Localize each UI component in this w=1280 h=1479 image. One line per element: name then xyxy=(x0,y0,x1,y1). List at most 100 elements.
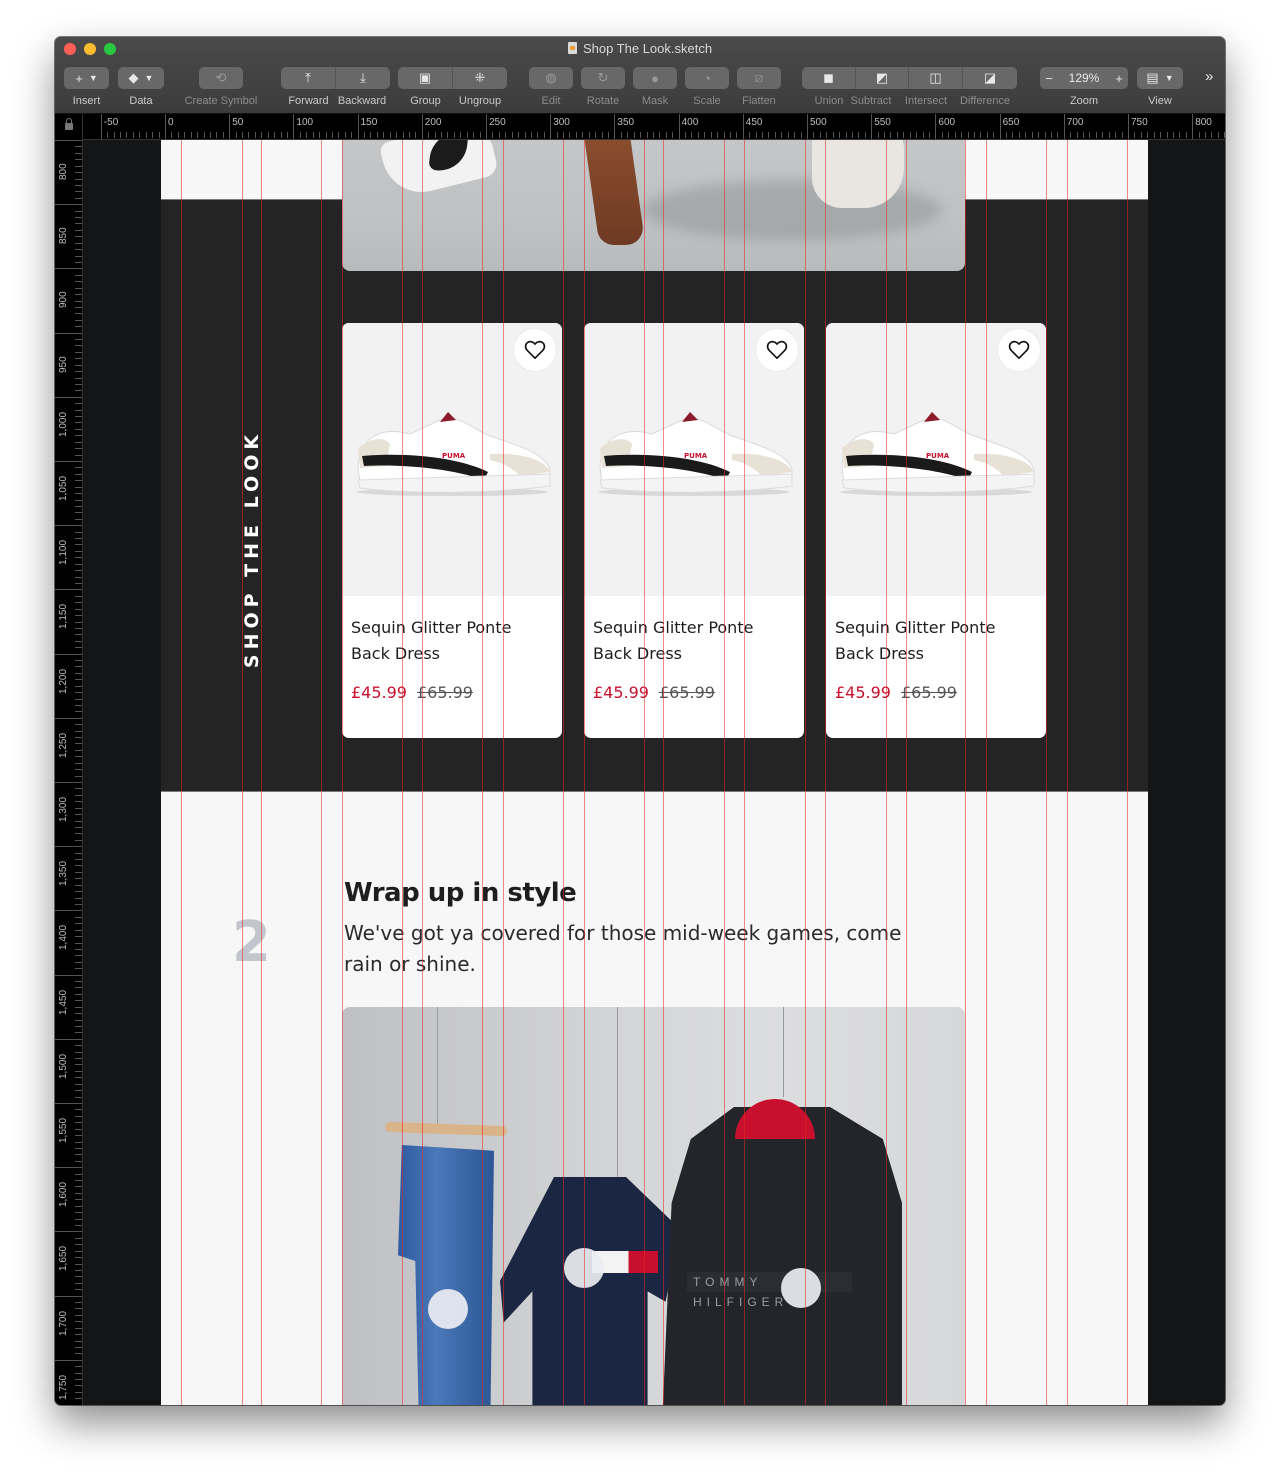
ruler-tick xyxy=(55,782,82,783)
ruler-minor-tick xyxy=(1083,132,1085,138)
chevron-down-icon: ▼ xyxy=(88,73,98,83)
ruler-tick xyxy=(55,1038,82,1040)
favourite-button[interactable] xyxy=(514,329,556,371)
favourite-button[interactable] xyxy=(756,329,798,371)
product-card[interactable]: PUMA Sequin Glitter Ponte Back Dress £45… xyxy=(342,323,562,738)
product-card[interactable]: PUMA Sequin Glitter Ponte Back Dress £45… xyxy=(584,323,804,738)
group-button[interactable]: ▣ xyxy=(398,67,453,89)
ruler-minor-tick xyxy=(839,132,841,138)
ruler-tick-label: 1,150 xyxy=(58,604,69,630)
ruler-minor-tick xyxy=(75,903,82,905)
intersect-button[interactable]: ◫ xyxy=(909,67,963,89)
ruler-minor-tick xyxy=(826,132,828,138)
ruler-minor-tick xyxy=(152,132,154,138)
ruler-tick xyxy=(55,1231,82,1233)
product-card[interactable]: PUMA Sequin Glitter Ponte Back Dress £45… xyxy=(826,323,1046,738)
subtract-button[interactable]: ◩ xyxy=(856,67,909,89)
ruler-minor-tick xyxy=(75,1308,82,1310)
ruler-minor-tick xyxy=(1031,132,1033,138)
ruler-tick-label: 150 xyxy=(360,117,378,128)
ruler-minor-tick xyxy=(299,132,301,138)
union-button[interactable]: ◼ xyxy=(802,67,856,89)
backward-label: Backward xyxy=(337,95,387,107)
layout-grid-guide xyxy=(886,140,887,1405)
ruler-minor-tick xyxy=(75,313,82,315)
ruler-minor-tick xyxy=(75,1070,82,1072)
ruler-minor-tick xyxy=(890,132,892,138)
plus-icon: + xyxy=(1115,70,1123,86)
ruler-minor-tick xyxy=(222,132,224,138)
ruler-minor-tick xyxy=(453,132,455,138)
product-image: PUMA xyxy=(342,323,562,596)
ruler-minor-tick xyxy=(184,132,186,138)
forward-button[interactable]: ⤒ xyxy=(281,67,336,89)
product-name[interactable]: Sequin Glitter Ponte Back Dress xyxy=(351,615,551,667)
ruler-minor-tick xyxy=(383,132,385,138)
mask-button[interactable]: ● xyxy=(633,67,677,89)
product-image: PUMA xyxy=(584,323,804,596)
zoom-value[interactable]: 129% xyxy=(1058,67,1110,89)
scale-button[interactable]: ◔ xyxy=(685,67,729,89)
ruler-minor-tick xyxy=(75,249,82,251)
title-bar: Shop The Look.sketch + ▼ Insert ◆ ▼ Data ⟲… xyxy=(55,37,1225,114)
layout-grid-guide xyxy=(342,140,343,1405)
lock-icon[interactable] xyxy=(65,118,73,130)
ruler-tick xyxy=(550,114,552,139)
ruler-minor-tick xyxy=(274,132,276,138)
ruler-tick-label: 1,700 xyxy=(58,1310,69,1336)
ruler-minor-tick xyxy=(75,756,82,758)
backward-button[interactable]: ⤓ xyxy=(336,67,390,89)
ruler-minor-tick xyxy=(75,602,82,604)
ruler-minor-tick xyxy=(75,820,82,822)
ruler-minor-tick xyxy=(75,1334,82,1336)
ruler-minor-tick xyxy=(75,1135,82,1137)
hanger-image xyxy=(384,1121,508,1137)
layout-grid-guide xyxy=(1127,140,1128,1405)
ruler-minor-tick xyxy=(75,666,82,668)
ruler-minor-tick xyxy=(197,132,199,138)
ruler-minor-tick xyxy=(729,132,731,138)
ruler-minor-tick xyxy=(75,435,82,437)
zoom-in-button[interactable]: + xyxy=(1110,67,1128,89)
rotate-button[interactable]: ↻ xyxy=(581,67,625,89)
ruler-minor-tick xyxy=(209,132,211,138)
ruler-minor-tick xyxy=(75,383,82,385)
rotate-icon: ↻ xyxy=(597,70,609,85)
ruler-minor-tick xyxy=(75,294,82,296)
view-button[interactable]: ▤ ▼ xyxy=(1137,67,1183,89)
insert-button[interactable]: + ▼ xyxy=(64,67,109,89)
ruler-minor-tick xyxy=(993,132,995,138)
ungroup-button[interactable]: ⁜ xyxy=(453,67,507,89)
ruler-minor-tick xyxy=(248,132,250,138)
ruler-minor-tick xyxy=(685,132,687,138)
ruler-minor-tick xyxy=(980,132,982,138)
hotspot-jacket[interactable] xyxy=(781,1268,821,1308)
favourite-button[interactable] xyxy=(998,329,1040,371)
ruler-minor-tick xyxy=(408,132,410,138)
create-symbol-button[interactable]: ⟲ xyxy=(199,67,243,89)
ruler-minor-tick xyxy=(177,132,179,138)
ruler-minor-tick xyxy=(691,132,693,138)
product-name[interactable]: Sequin Glitter Ponte Back Dress xyxy=(593,615,793,667)
canvas[interactable]: SHOP THE LOOK PUMA Sequin Glitter Ponte … xyxy=(83,140,1225,1405)
ruler-minor-tick xyxy=(75,172,82,174)
flatten-button[interactable]: ⧄ xyxy=(737,67,781,89)
hotspot-jeans[interactable] xyxy=(428,1289,468,1329)
ruler-minor-tick xyxy=(588,132,590,138)
ruler-minor-tick xyxy=(75,711,82,713)
product-name[interactable]: Sequin Glitter Ponte Back Dress xyxy=(835,615,1035,667)
difference-button[interactable]: ◪ xyxy=(963,67,1017,89)
ruler-tick xyxy=(55,204,82,206)
toolbar-overflow-button[interactable]: » xyxy=(1205,68,1213,85)
ruler-minor-tick xyxy=(75,660,82,662)
svg-text:PUMA: PUMA xyxy=(442,452,466,460)
data-button[interactable]: ◆ ▼ xyxy=(118,67,164,89)
ruler-minor-tick xyxy=(75,1058,82,1060)
artboard[interactable]: SHOP THE LOOK PUMA Sequin Glitter Ponte … xyxy=(161,140,1148,1405)
ruler-minor-tick xyxy=(267,132,269,138)
ruler-tick xyxy=(421,114,423,139)
ruler-minor-tick xyxy=(75,152,82,154)
ruler-minor-tick xyxy=(75,1302,82,1304)
zoom-out-button[interactable]: − xyxy=(1040,67,1058,89)
edit-button[interactable]: ◍ xyxy=(529,67,573,89)
